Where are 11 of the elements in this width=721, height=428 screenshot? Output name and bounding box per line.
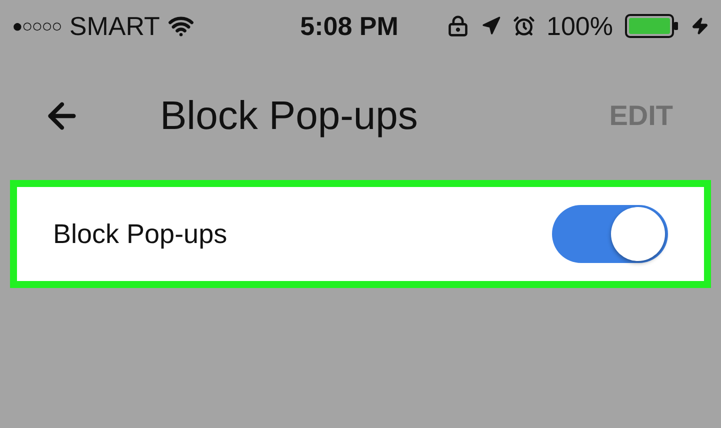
alarm-icon xyxy=(512,15,534,37)
carrier-name: SMART xyxy=(69,10,160,42)
battery-percentage: 100% xyxy=(546,10,613,42)
battery-icon xyxy=(625,14,679,38)
location-icon xyxy=(480,16,500,36)
toggle-switch[interactable] xyxy=(552,205,668,263)
page-title: Block Pop-ups xyxy=(160,93,419,140)
clock-time: 5:08 PM xyxy=(300,10,398,42)
signal-strength: ●○○○○ xyxy=(12,14,62,38)
setting-label: Block Pop-ups xyxy=(53,218,228,251)
charging-icon xyxy=(691,17,709,35)
